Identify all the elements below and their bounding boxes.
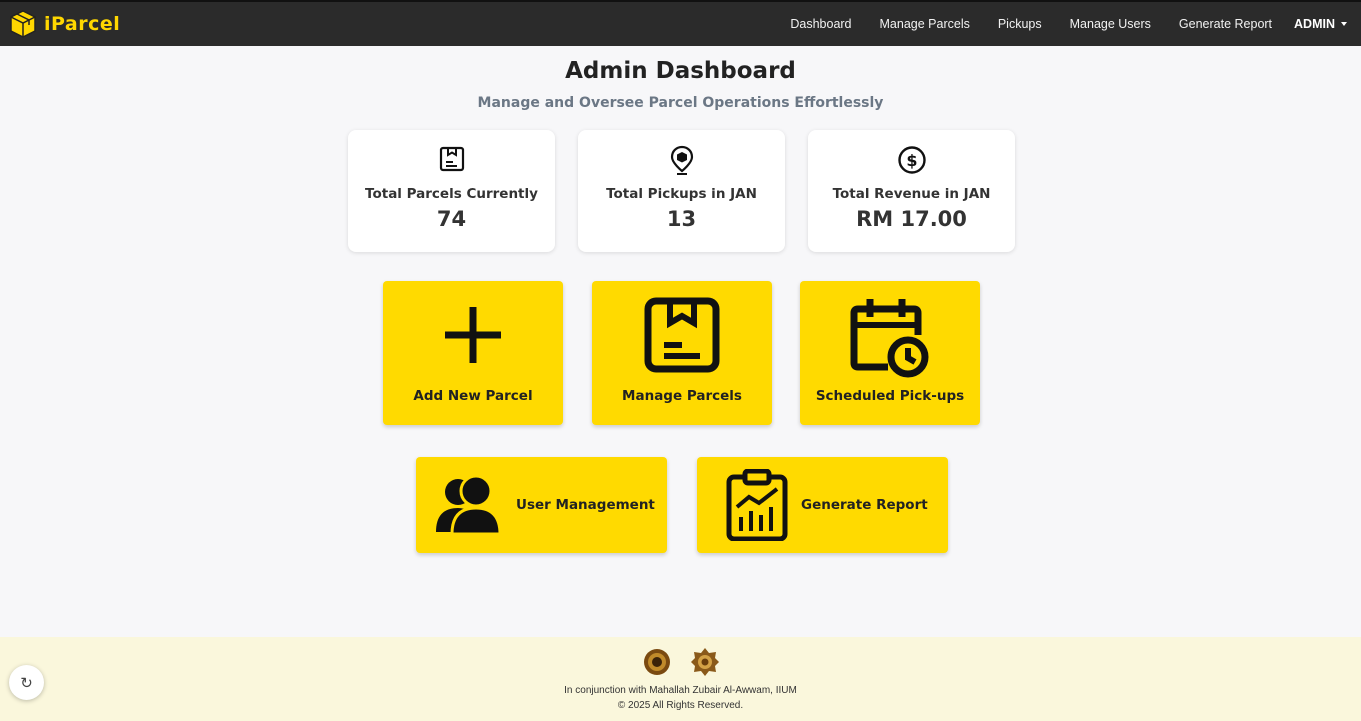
tile-label: User Management xyxy=(516,497,655,513)
stat-value: RM 17.00 xyxy=(856,207,967,231)
stat-card-parcels: Total Parcels Currently 74 xyxy=(348,130,555,252)
stat-card-pickups: Total Pickups in JAN 13 xyxy=(578,130,785,252)
nav-generate-report[interactable]: Generate Report xyxy=(1179,17,1272,31)
scheduled-pickups-button[interactable]: Scheduled Pick-ups xyxy=(800,281,980,425)
clipboard-chart-icon xyxy=(726,469,788,541)
navbar: iParcel Dashboard Manage Parcels Pickups… xyxy=(0,0,1361,46)
footer-credit: In conjunction with Mahallah Zubair Al-A… xyxy=(564,685,797,696)
manage-parcels-button[interactable]: Manage Parcels xyxy=(592,281,772,425)
admin-dropdown[interactable]: ADMIN xyxy=(1294,17,1347,31)
footer-copyright: © 2025 All Rights Reserved. xyxy=(617,700,744,711)
svg-text:$: $ xyxy=(906,151,917,170)
brand-logo[interactable]: iParcel xyxy=(8,9,120,39)
add-new-parcel-button[interactable]: Add New Parcel xyxy=(383,281,563,425)
cube-logo-icon xyxy=(10,10,36,38)
page-title: Admin Dashboard xyxy=(565,58,796,84)
refresh-icon: ↻ xyxy=(20,673,33,692)
tile-label: Generate Report xyxy=(801,497,928,513)
generate-report-button[interactable]: Generate Report xyxy=(697,457,948,553)
stat-value: 13 xyxy=(666,207,697,231)
caret-down-icon xyxy=(1341,22,1347,26)
nav-manage-users[interactable]: Manage Users xyxy=(1070,17,1151,31)
brand-name: iParcel xyxy=(44,13,121,35)
nav-links: Dashboard Manage Parcels Pickups Manage … xyxy=(762,17,1347,31)
dollar-circle-icon: $ xyxy=(897,146,926,174)
nav-manage-parcels[interactable]: Manage Parcels xyxy=(880,17,970,31)
stat-label: Total Parcels Currently xyxy=(365,186,538,202)
tile-label: Manage Parcels xyxy=(622,388,742,404)
stat-label: Total Revenue in JAN xyxy=(832,186,991,202)
calendar-clock-icon xyxy=(850,299,929,378)
users-icon xyxy=(436,474,502,536)
nav-pickups[interactable]: Pickups xyxy=(998,17,1042,31)
mahallah-seal-icon xyxy=(643,649,670,675)
parcel-box-icon xyxy=(439,146,464,172)
iium-seal-icon xyxy=(690,648,719,676)
footer: In conjunction with Mahallah Zubair Al-A… xyxy=(0,637,1361,721)
tile-label: Scheduled Pick-ups xyxy=(815,388,965,404)
refresh-button[interactable]: ↻ xyxy=(9,665,44,700)
nav-dashboard[interactable]: Dashboard xyxy=(790,17,851,31)
stat-label: Total Pickups in JAN xyxy=(606,186,757,202)
admin-label: ADMIN xyxy=(1294,17,1335,31)
plus-icon xyxy=(445,307,501,363)
location-pin-icon xyxy=(670,145,693,175)
footer-seals xyxy=(0,647,1361,677)
tile-label: Add New Parcel xyxy=(413,388,533,404)
stat-card-revenue: $ Total Revenue in JAN RM 17.00 xyxy=(808,130,1015,252)
user-management-button[interactable]: User Management xyxy=(416,457,667,553)
page-subtitle: Manage and Oversee Parcel Operations Eff… xyxy=(477,95,884,111)
parcel-box-icon xyxy=(644,297,720,373)
stat-value: 74 xyxy=(436,207,467,231)
